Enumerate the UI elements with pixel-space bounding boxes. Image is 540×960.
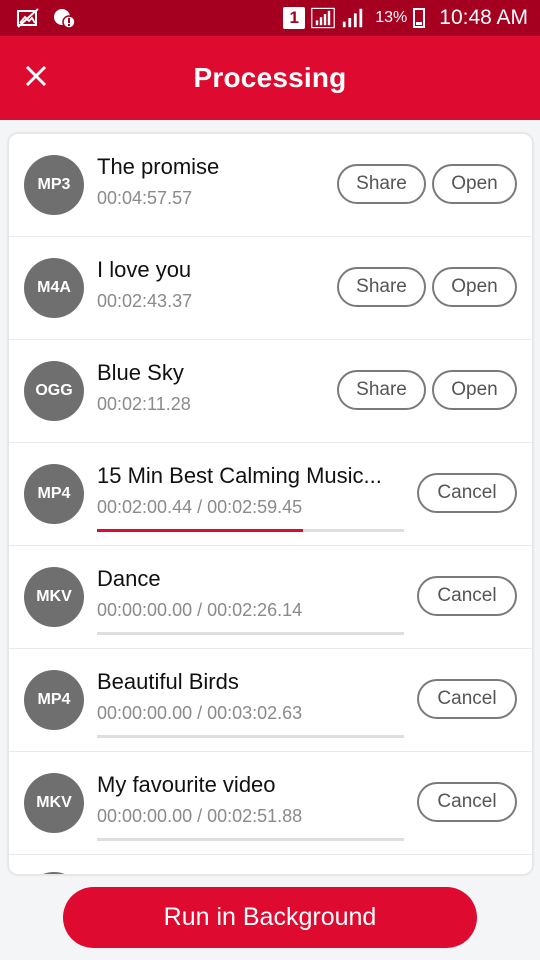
format-avatar: OGG [24,361,84,421]
progress-text: 00:00:00.00 / 00:02:26.14 [97,600,303,620]
file-name: Beautiful Birds [97,669,239,694]
app-bar: Processing [0,36,540,120]
progress-text: 00:00:00.00 / 00:03:02.63 [97,703,303,723]
progress-text: 00:02:00.44 / 00:02:59.45 [97,497,303,517]
battery-percent: 13% [375,9,408,26]
progress-bar [97,735,404,738]
format-avatar: MP4 [24,464,84,524]
cancel-button[interactable]: Cancel [417,679,517,719]
close-button[interactable] [14,54,58,98]
close-icon [25,65,47,87]
format-avatar: MP3 [24,155,84,215]
file-name: Dance [97,566,161,591]
file-name: 15 Min Best Calming Music... [97,463,382,488]
progress-bar [97,632,404,635]
file-duration: 00:02:43.37 [97,291,193,311]
open-button[interactable]: Open [432,370,517,410]
cancel-button[interactable]: Cancel [417,782,517,822]
list-item: MP4 15 Min Best Calming Music... 00:02:0… [9,443,532,546]
open-button[interactable]: Open [432,164,517,204]
gallery-off-icon [16,7,40,29]
share-button[interactable]: Share [337,267,426,307]
list-item: OGG Blue Sky 00:02:11.28 Share Open [9,340,532,443]
list-item: MKV Dance 00:00:00.00 / 00:02:26.14 Canc… [9,546,532,649]
format-avatar: MKV [24,773,84,833]
sim-icon: 1 [283,7,306,29]
share-button[interactable]: Share [337,370,426,410]
progress-text: 00:00:00.00 / 00:02:51.88 [97,806,303,826]
format-avatar: M4A [24,258,84,318]
progress-bar [97,529,404,532]
list-item: M4A I love you 00:02:43.37 Share Open [9,237,532,340]
list-item: MKV My favourite video 00:00:00.00 / 00:… [9,752,532,855]
run-in-background-button[interactable]: Run in Background [63,887,477,948]
format-avatar: MP4 [24,670,84,730]
cancel-button[interactable]: Cancel [417,473,517,513]
progress-fill [97,529,303,532]
format-avatar [24,872,84,874]
page-title: Processing [193,62,347,93]
clock: 10:48 AM [439,6,528,29]
list-item: MP3 The promise 00:04:57.57 Share Open [9,134,532,237]
progress-bar [97,838,404,841]
list-item: MP4 Beautiful Birds 00:00:00.00 / 00:03:… [9,649,532,752]
open-button[interactable]: Open [432,267,517,307]
file-duration: 00:04:57.57 [97,188,193,208]
share-button[interactable]: Share [337,164,426,204]
alert-icon [52,7,76,29]
processing-list[interactable]: MP3 The promise 00:04:57.57 Share Open M… [8,133,533,875]
signal-icon [341,7,365,29]
status-bar: 1 13% 10:48 AM [0,0,540,36]
file-duration: 00:02:11.28 [97,394,191,414]
signal-icon [311,7,336,29]
battery-icon [413,8,426,28]
file-name: My favourite video [97,772,276,797]
cancel-button[interactable]: Cancel [417,576,517,616]
format-avatar: MKV [24,567,84,627]
